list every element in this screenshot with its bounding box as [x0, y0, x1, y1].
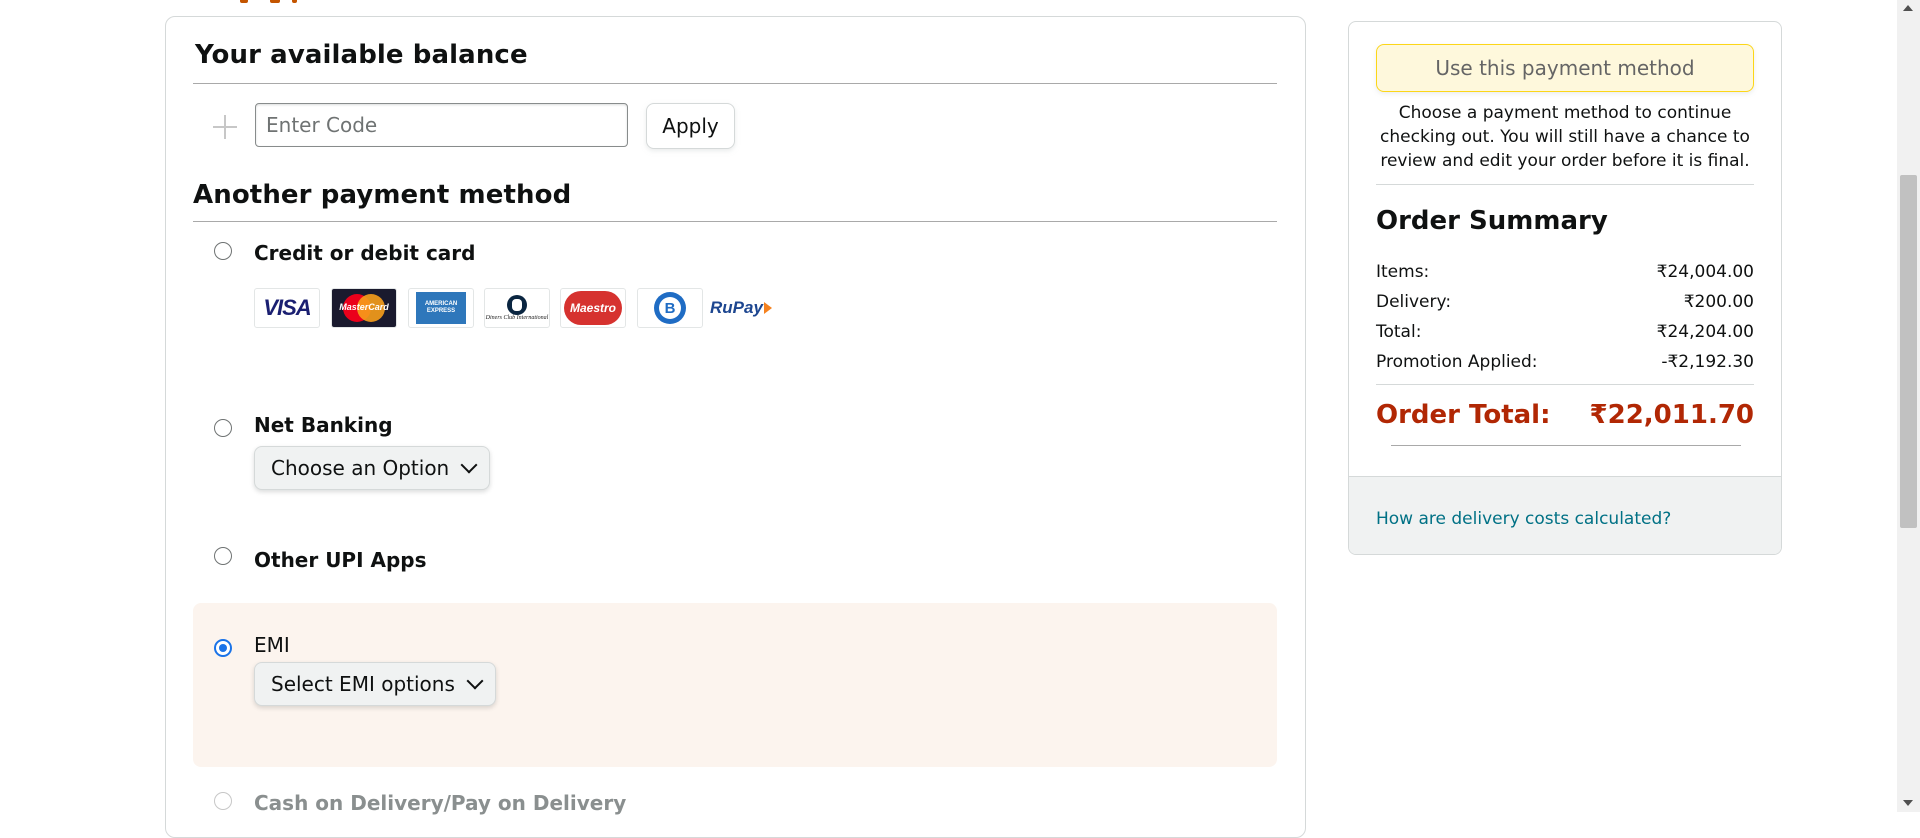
net-banking-dropdown-value: Choose an Option [271, 456, 450, 480]
bajaj-finserv-logo-icon: B [637, 288, 703, 328]
credit-debit-card-label[interactable]: Credit or debit card [254, 241, 475, 265]
net-banking-radio[interactable] [214, 419, 232, 437]
top-edge-fragment [240, 0, 310, 3]
order-summary-heading: Order Summary [1376, 206, 1608, 236]
chevron-down-icon [460, 456, 478, 474]
emi-options-dropdown[interactable]: Select EMI options [254, 662, 496, 706]
total-divider [1376, 384, 1754, 385]
gift-code-input[interactable] [255, 103, 628, 147]
emi-dropdown-value: Select EMI options [271, 672, 455, 696]
net-banking-label[interactable]: Net Banking [254, 413, 393, 437]
cash-on-delivery-label[interactable]: Cash on Delivery/Pay on Delivery [254, 791, 626, 815]
emi-radio[interactable] [214, 639, 232, 657]
order-total-underline [1391, 445, 1741, 446]
plus-icon[interactable] [213, 115, 237, 139]
apply-code-button[interactable]: Apply [646, 103, 735, 149]
mastercard-logo-icon: MasterCard [331, 288, 397, 328]
credit-debit-card-radio[interactable] [214, 242, 232, 260]
available-balance-heading: Your available balance [195, 40, 528, 70]
page-scrollbar[interactable] [1897, 0, 1920, 812]
payment-divider [193, 221, 1277, 222]
summary-row-delivery: Delivery: ₹200.00 [1376, 292, 1754, 312]
rupay-logo-icon: RuPay [710, 288, 784, 328]
balance-divider [193, 83, 1277, 84]
maestro-logo-icon: Maestro [560, 288, 626, 328]
visa-logo-icon: VISA [254, 288, 320, 328]
summary-row-total: Total: ₹24,204.00 [1376, 322, 1754, 342]
scroll-down-icon[interactable] [1903, 800, 1913, 806]
diners-club-logo-icon: Diners Club International [484, 288, 550, 328]
amex-logo-icon: AMERICAN EXPRESS [408, 288, 474, 328]
summary-row-items: Items: ₹24,004.00 [1376, 262, 1754, 282]
use-this-payment-method-button[interactable]: Use this payment method [1376, 44, 1754, 92]
net-banking-dropdown[interactable]: Choose an Option [254, 446, 491, 490]
payment-help-text: Choose a payment method to continue chec… [1380, 103, 1750, 171]
cash-on-delivery-radio[interactable] [214, 792, 232, 810]
another-payment-method-heading: Another payment method [193, 180, 572, 210]
order-summary-card: Use this payment method Choose a payment… [1348, 21, 1782, 555]
chevron-down-icon [466, 672, 484, 690]
scrollbar-thumb[interactable] [1900, 175, 1917, 528]
summary-row-promotion: Promotion Applied: -₹2,192.30 [1376, 352, 1754, 372]
order-total: Order Total: ₹22,011.70 [1376, 400, 1754, 430]
delivery-costs-link[interactable]: How are delivery costs calculated? [1376, 509, 1671, 529]
summary-divider [1376, 184, 1754, 185]
summary-footer: How are delivery costs calculated? [1349, 476, 1781, 554]
order-total-label: Order Total: [1376, 400, 1551, 430]
other-upi-apps-radio[interactable] [214, 547, 232, 565]
other-upi-apps-label[interactable]: Other UPI Apps [254, 548, 427, 572]
scroll-up-icon[interactable] [1903, 5, 1913, 11]
emi-label[interactable]: EMI [254, 633, 290, 657]
order-total-value: ₹22,011.70 [1589, 400, 1754, 430]
